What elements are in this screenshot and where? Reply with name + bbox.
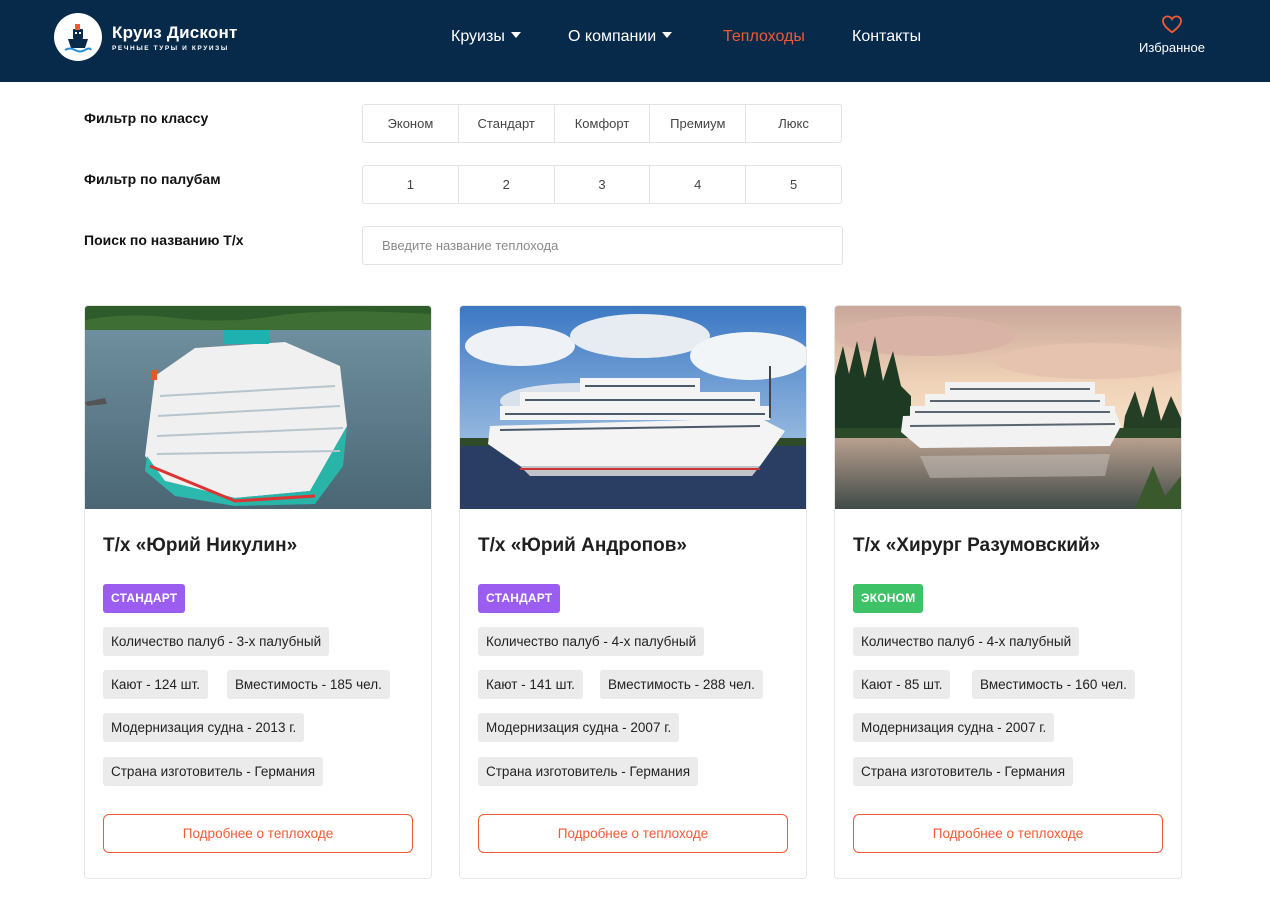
deck-option-2[interactable]: 2 xyxy=(459,166,555,203)
ship-details-button[interactable]: Подробнее о теплоходе xyxy=(853,814,1163,853)
search-label: Поиск по названию Т/х xyxy=(84,232,244,248)
site-header: Круиз Дисконт РЕЧНЫЕ ТУРЫ И КРУИЗЫ Круиз… xyxy=(0,0,1270,82)
logo[interactable]: Круиз Дисконт РЕЧНЫЕ ТУРЫ И КРУИЗЫ xyxy=(54,13,238,61)
modernization-chip: Модернизация судна - 2007 г. xyxy=(478,713,680,742)
capacity-chip: Вместимость - 185 чел. xyxy=(227,670,390,699)
ship-details-button[interactable]: Подробнее о теплоходе xyxy=(103,814,413,853)
ship-search-input[interactable] xyxy=(362,226,843,265)
ship-title: Т/х «Юрий Андропов» xyxy=(478,535,687,556)
class-badge: Стандарт xyxy=(103,584,186,613)
capacity-chip: Вместимость - 288 чел. xyxy=(600,670,763,699)
ship-title: Т/х «Юрий Никулин» xyxy=(103,535,298,556)
ship-photo xyxy=(835,306,1181,509)
modernization-chip: Модернизация судна - 2007 г. xyxy=(853,713,1055,742)
deck-filter: 1 2 3 4 5 xyxy=(362,165,842,204)
class-badge: Стандарт xyxy=(478,584,561,613)
nav-item-contacts[interactable]: Контакты xyxy=(852,26,921,48)
ship-card: Т/х «Юрий Андропов» Стандарт Количество … xyxy=(459,305,807,879)
modernization-chip: Модернизация судна - 2013 г. xyxy=(103,713,305,742)
deck-option-1[interactable]: 1 xyxy=(363,166,459,203)
country-chip: Страна изготовитель - Германия xyxy=(103,757,324,786)
ship-photo xyxy=(460,306,806,509)
nav-item-label: Теплоходы xyxy=(723,28,805,45)
class-option-premium[interactable]: Премиум xyxy=(650,105,747,142)
class-filter-label: Фильтр по классу xyxy=(84,110,209,126)
country-chip: Страна изготовитель - Германия xyxy=(478,757,699,786)
nav-item-label: Контакты xyxy=(852,28,922,45)
favorites-link[interactable]: Избранное xyxy=(1128,15,1216,55)
logo-title: Круиз Дисконт xyxy=(112,22,238,42)
logo-subtitle: РЕЧНЫЕ ТУРЫ И КРУИЗЫ xyxy=(112,44,229,52)
deck-option-4[interactable]: 4 xyxy=(650,166,747,203)
deck-filter-label: Фильтр по палубам xyxy=(84,171,221,187)
heart-icon xyxy=(1162,15,1182,34)
ship-title: Т/х «Хирург Разумовский» xyxy=(853,535,1101,556)
country-chip: Страна изготовитель - Германия xyxy=(853,757,1074,786)
cabins-chip: Кают - 124 шт. xyxy=(103,670,208,699)
decks-chip: Количество палуб - 4-х палубный xyxy=(478,627,705,656)
deck-option-5[interactable]: 5 xyxy=(746,166,841,203)
caret-down-icon xyxy=(510,32,521,38)
class-filter: Эконом Стандарт Комфорт Премиум Люкс xyxy=(362,104,842,143)
nav-item-label: Круизы xyxy=(451,28,505,45)
cabins-chip: Кают - 85 шт. xyxy=(853,670,951,699)
cabins-chip: Кают - 141 шт. xyxy=(478,670,583,699)
favorites-label: Избранное xyxy=(1139,40,1205,55)
nav-item-ships[interactable]: Теплоходы xyxy=(723,26,805,48)
class-option-standard[interactable]: Стандарт xyxy=(459,105,555,142)
class-option-lux[interactable]: Люкс xyxy=(746,105,841,142)
ship-card: Т/х «Юрий Никулин» Стандарт Количество п… xyxy=(84,305,432,879)
deck-option-3[interactable]: 3 xyxy=(555,166,651,203)
decks-chip: Количество палуб - 4-х палубный xyxy=(853,627,1080,656)
ship-details-button[interactable]: Подробнее о теплоходе xyxy=(478,814,788,853)
caret-down-icon xyxy=(662,32,673,38)
nav-item-cruises[interactable]: Круизы xyxy=(451,26,521,48)
ship-card: Т/х «Хирург Разумовский» Эконом Количест… xyxy=(834,305,1182,879)
capacity-chip: Вместимость - 160 чел. xyxy=(972,670,1135,699)
nav-item-about[interactable]: О компании xyxy=(568,26,673,48)
class-badge: Эконом xyxy=(853,584,924,613)
ship-photo xyxy=(85,306,431,509)
class-option-comfort[interactable]: Комфорт xyxy=(555,105,651,142)
ship-logo-icon xyxy=(54,13,102,61)
class-option-econom[interactable]: Эконом xyxy=(363,105,459,142)
nav-item-label: О компании xyxy=(568,28,657,45)
decks-chip: Количество палуб - 3-х палубный xyxy=(103,627,330,656)
